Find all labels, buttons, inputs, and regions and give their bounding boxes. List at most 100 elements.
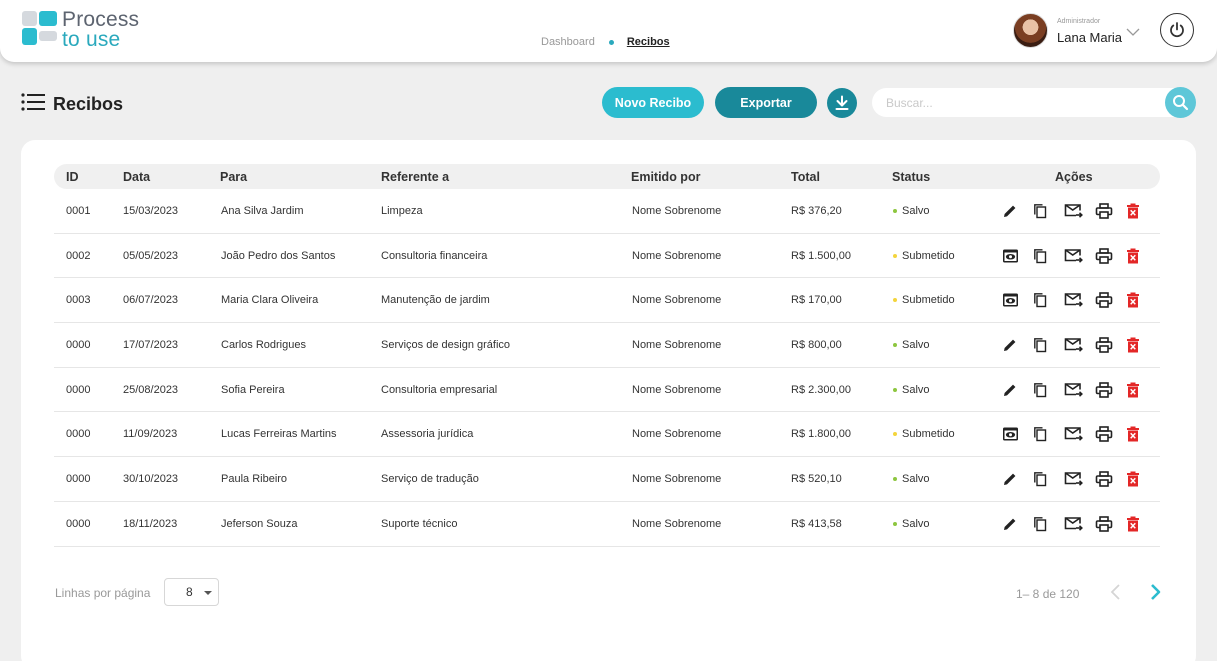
copy-icon[interactable] [1033, 515, 1064, 533]
table-row[interactable]: 0000 17/07/2023 Carlos Rodrigues Serviços d… [54, 323, 1160, 368]
table-row[interactable]: 0001 15/03/2023 Ana Silva Jardim Limpeza Nom… [54, 189, 1160, 234]
chevron-left-icon[interactable] [1109, 583, 1123, 601]
edit-icon[interactable] [1002, 515, 1033, 533]
row-actions [1002, 202, 1157, 220]
status-text: Salvo [902, 473, 930, 486]
search-input[interactable] [872, 88, 1194, 117]
print-icon[interactable] [1095, 381, 1126, 399]
header-to[interactable]: Para [220, 170, 247, 184]
print-icon[interactable] [1095, 470, 1126, 488]
edit-icon[interactable] [1002, 470, 1033, 488]
menu-list-icon[interactable] [21, 93, 45, 111]
delete-icon[interactable] [1126, 247, 1157, 265]
view-icon[interactable] [1002, 247, 1033, 265]
copy-icon[interactable] [1033, 470, 1064, 488]
print-icon[interactable] [1095, 425, 1126, 443]
status-badge: Salvo [893, 339, 930, 351]
search-button[interactable] [1165, 87, 1196, 118]
cell-id: 0000 [66, 517, 91, 530]
header-ref[interactable]: Referente a [381, 170, 449, 184]
print-icon[interactable] [1095, 202, 1126, 220]
copy-icon[interactable] [1033, 247, 1064, 265]
mail-send-icon[interactable] [1064, 381, 1095, 399]
view-icon[interactable] [1002, 291, 1033, 309]
copy-icon[interactable] [1033, 202, 1064, 220]
export-button[interactable]: Exportar [715, 87, 817, 118]
cell-total: R$ 170,00 [791, 294, 842, 307]
breadcrumb-recibos[interactable]: Recibos [627, 36, 670, 48]
mail-send-icon[interactable] [1064, 515, 1095, 533]
table-row[interactable]: 0000 30/10/2023 Paula Ribeiro Serviço de tr… [54, 457, 1160, 502]
header-total[interactable]: Total [791, 170, 820, 184]
status-text: Submetido [902, 294, 955, 307]
cell-issued-by: Nome Sobrenome [632, 383, 722, 396]
cell-issued-by: Nome Sobrenome [632, 205, 722, 217]
header-status[interactable]: Status [892, 170, 930, 184]
print-icon[interactable] [1095, 515, 1126, 533]
header-id[interactable]: ID [66, 170, 79, 184]
print-icon[interactable] [1095, 336, 1126, 354]
status-text: Salvo [902, 517, 930, 530]
view-icon[interactable] [1002, 425, 1033, 443]
row-actions [1002, 470, 1157, 488]
copy-icon[interactable] [1033, 291, 1064, 309]
row-actions [1002, 247, 1157, 265]
table-row[interactable]: 0000 18/11/2023 Jeferson Souza Suporte técn… [54, 502, 1160, 547]
rows-per-page-select[interactable]: 8 [164, 578, 219, 606]
download-button[interactable] [827, 88, 857, 118]
delete-icon[interactable] [1126, 336, 1157, 354]
edit-icon[interactable] [1002, 381, 1033, 399]
copy-icon[interactable] [1033, 336, 1064, 354]
receipts-card: ID Data Para Referente a Emitido por Tot… [21, 140, 1196, 661]
edit-icon[interactable] [1002, 336, 1033, 354]
table-row[interactable]: 0000 11/09/2023 Lucas Ferreiras Martins Ass… [54, 412, 1160, 458]
power-button[interactable] [1160, 13, 1194, 47]
table-row[interactable]: 0002 05/05/2023 João Pedro dos Santos Consu… [54, 234, 1160, 279]
header-issued-by[interactable]: Emitido por [631, 170, 700, 184]
cell-date: 25/08/2023 [123, 383, 179, 396]
app-logo[interactable]: Process to use [22, 9, 152, 51]
cell-date: 11/09/2023 [123, 428, 178, 441]
cell-id: 0001 [66, 205, 91, 217]
cell-issued-by: Nome Sobrenome [632, 339, 722, 352]
table-row[interactable]: 0000 25/08/2023 Sofia Pereira Consultoria e… [54, 368, 1160, 413]
status-text: Submetido [902, 249, 955, 262]
cell-ref: Assessoria jurídica [381, 428, 474, 441]
logo-square-teal-2 [22, 28, 37, 45]
copy-icon[interactable] [1033, 425, 1064, 443]
cell-ref: Suporte técnico [381, 517, 458, 530]
delete-icon[interactable] [1126, 381, 1157, 399]
status-badge: Salvo [893, 205, 930, 217]
delete-icon[interactable] [1126, 425, 1157, 443]
delete-icon[interactable] [1126, 470, 1157, 488]
top-header: Process to use Dashboard Recibos Adminis… [0, 0, 1217, 62]
status-badge: Salvo [893, 384, 930, 396]
edit-icon[interactable] [1002, 202, 1033, 220]
status-badge: Salvo [893, 518, 930, 530]
chevron-right-icon[interactable] [1148, 583, 1162, 601]
mail-send-icon[interactable] [1064, 470, 1095, 488]
chevron-down-icon[interactable] [1126, 27, 1140, 37]
new-receipt-button[interactable]: Novo Recibo [602, 87, 704, 118]
status-text: Salvo [902, 339, 930, 352]
mail-send-icon[interactable] [1064, 291, 1095, 309]
delete-icon[interactable] [1126, 202, 1157, 220]
mail-send-icon[interactable] [1064, 425, 1095, 443]
avatar[interactable] [1013, 13, 1048, 48]
table-row[interactable]: 0003 06/07/2023 Maria Clara Oliveira Manute… [54, 278, 1160, 324]
mail-send-icon[interactable] [1064, 336, 1095, 354]
delete-icon[interactable] [1126, 291, 1157, 309]
cell-date: 30/10/2023 [123, 473, 179, 486]
print-icon[interactable] [1095, 291, 1126, 309]
row-actions [1002, 336, 1157, 354]
mail-send-icon[interactable] [1064, 202, 1095, 220]
cell-total: R$ 520,10 [791, 473, 842, 486]
header-date[interactable]: Data [123, 170, 150, 184]
breadcrumb-dashboard[interactable]: Dashboard [541, 36, 595, 48]
mail-send-icon[interactable] [1064, 247, 1095, 265]
copy-icon[interactable] [1033, 381, 1064, 399]
user-name[interactable]: Lana Maria [1057, 30, 1122, 45]
cell-id: 0003 [66, 294, 91, 307]
print-icon[interactable] [1095, 247, 1126, 265]
delete-icon[interactable] [1126, 515, 1157, 533]
